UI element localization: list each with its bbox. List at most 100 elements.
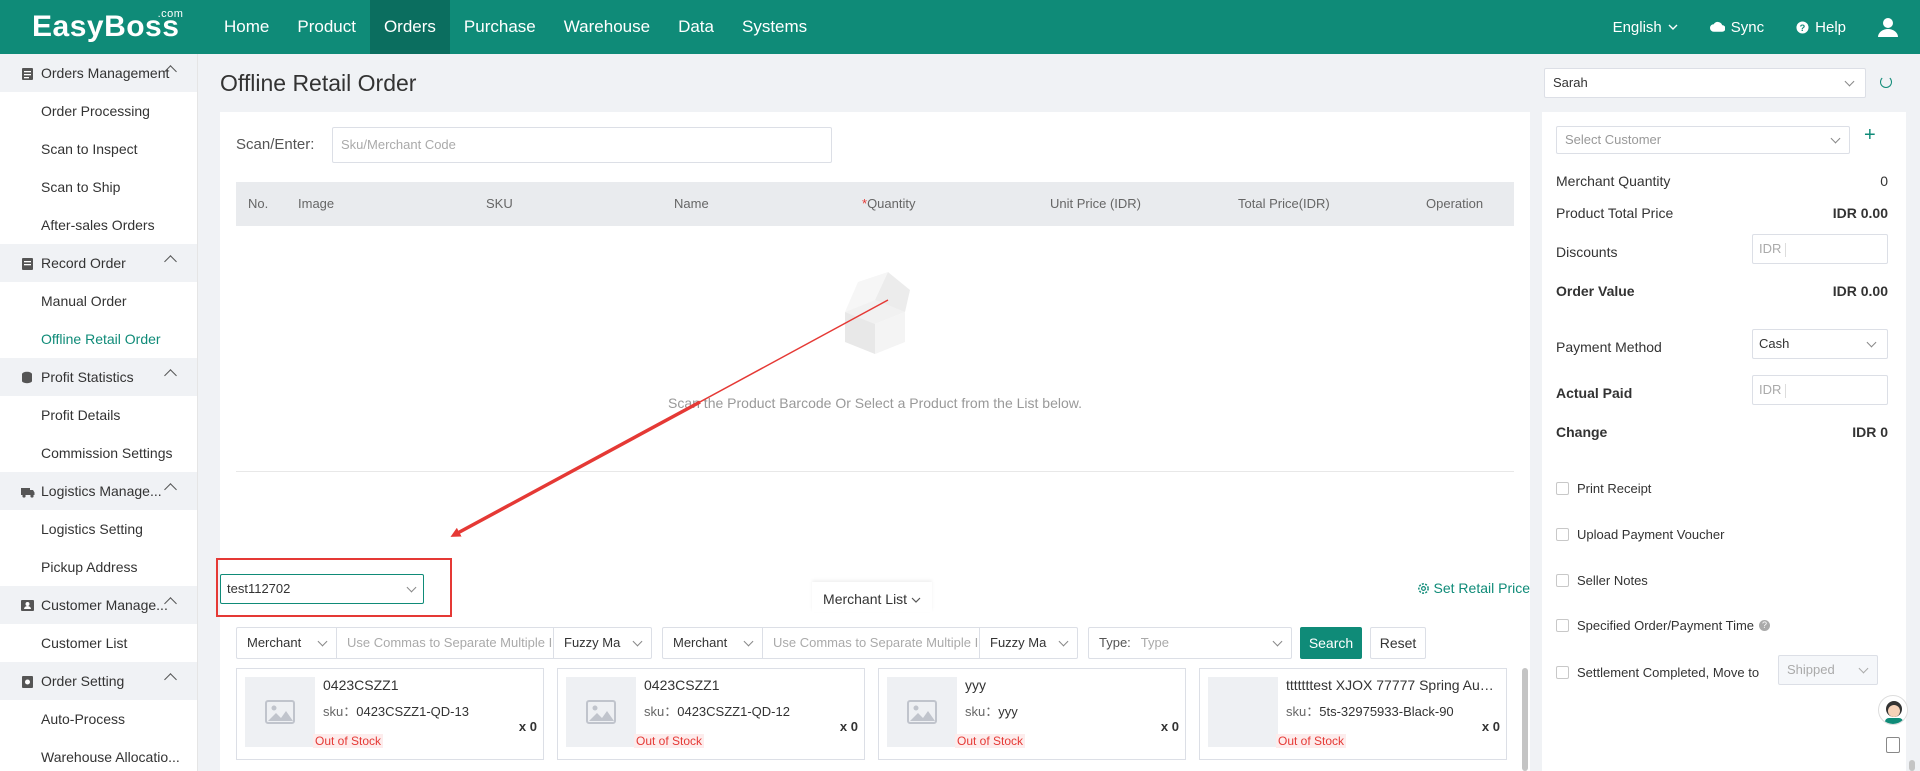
set-retail-price-link[interactable]: Set Retail Price [1417,580,1530,596]
product-card[interactable]: 0423CSZZ1 sku：0423CSZZ1-QD-12 x 0 Out of… [557,668,865,760]
merchant-quantity-label: Merchant Quantity [1556,173,1671,189]
support-avatar[interactable] [1878,695,1908,725]
nav-warehouse[interactable]: Warehouse [550,0,664,54]
help-button[interactable]: ? Help [1796,19,1846,36]
print-receipt-checkbox[interactable]: Print Receipt [1556,481,1651,496]
merchant-list-label: Merchant List [823,591,908,607]
product-card[interactable]: 0423CSZZ1 sku：0423CSZZ1-QD-13 x 0 Out of… [236,668,544,760]
filter-field-select-1[interactable]: Merchant [237,628,337,658]
product-quantity: x 0 [518,719,537,734]
set-retail-price-label: Set Retail Price [1433,580,1530,596]
filter-group-1: Merchant Use Commas to Separate Multiple… [236,627,652,659]
sidebar-item-logistics-setting[interactable]: Logistics Setting [0,510,197,548]
discounts-row: Discounts IDR [1556,234,1888,264]
truck-icon [21,487,35,498]
checkbox-box [1556,528,1569,541]
checkbox-box [1556,619,1569,632]
reset-button[interactable]: Reset [1370,627,1426,659]
nav-product[interactable]: Product [283,0,370,54]
customer-select[interactable]: Select Customer [1556,126,1850,154]
move-to-status-select[interactable]: Shipped [1778,655,1878,685]
nav-home[interactable]: Home [210,0,283,54]
help-label: Help [1815,18,1846,36]
nav-systems[interactable]: Systems [728,0,821,54]
sidebar-item-pickup-address[interactable]: Pickup Address [0,548,197,586]
sidebar-item-manual-order[interactable]: Manual Order [0,282,197,320]
product-sku: sku：0423CSZZ1-QD-12 [644,701,790,720]
checkbox-label: Print Receipt [1577,481,1652,496]
top-right-actions: English Sync ? Help [1613,0,1920,54]
sidebar-item-auto-process[interactable]: Auto-Process [0,700,197,738]
refresh-icon[interactable] [1880,76,1892,88]
sync-button[interactable]: Sync [1709,19,1764,36]
document-icon[interactable] [1886,737,1900,753]
search-button[interactable]: Search [1300,627,1362,659]
sidebar-item-scan-to-inspect[interactable]: Scan to Inspect [0,130,197,168]
merchant-list-tab[interactable]: Merchant List [812,582,932,612]
product-name: tttttttest XJOX 77777 Spring Autumn [1286,677,1496,693]
change-label: Change [1556,424,1608,440]
sidebar-item-commission-settings[interactable]: Commission Settings [0,434,197,472]
sidebar-group-profit-statistics[interactable]: Profit Statistics [0,358,197,396]
filter-field-label: Merchant [247,635,302,650]
sidebar-item-offline-retail-order[interactable]: Offline Retail Order [0,320,197,358]
match-mode-select-2[interactable]: Fuzzy Ma [979,628,1077,658]
sidebar-group-orders-management[interactable]: Orders Management [0,54,197,92]
specified-time-checkbox[interactable]: Specified Order/Payment Time? [1556,618,1771,633]
payment-method-select[interactable]: Cash [1752,329,1888,359]
sidebar-group-record-order[interactable]: Record Order [0,244,197,282]
nav-orders[interactable]: Orders [369,0,450,54]
image-placeholder-icon [245,677,315,747]
add-customer-icon[interactable]: + [1864,124,1876,147]
sidebar-group-logistics-management[interactable]: Logistics Manage... [0,472,197,510]
type-select: Type [1140,635,1169,650]
match-mode-label: Fuzzy Ma [990,635,1047,650]
stock-status-badge: Out of Stock [955,734,1026,748]
sidebar-item-profit-details[interactable]: Profit Details [0,396,197,434]
help-icon[interactable]: ? [1759,620,1771,631]
sidebar-item-scan-to-ship[interactable]: Scan to Ship [0,168,197,206]
actual-paid-input[interactable]: IDR [1752,375,1888,405]
sidebar-item-customer-list[interactable]: Customer List [0,624,197,662]
product-quantity: x 0 [1481,719,1500,734]
upload-voucher-checkbox[interactable]: Upload Payment Voucher [1556,527,1724,542]
product-card[interactable]: tttttttest XJOX 77777 Spring Autumn sku：… [1199,668,1507,760]
sidebar-group-customer-management[interactable]: Customer Manage... [0,586,197,624]
product-name: yyy [965,677,986,693]
scan-input[interactable]: Sku/Merchant Code [332,127,832,163]
sidebar-item-after-sales-orders[interactable]: After-sales Orders [0,206,197,244]
match-mode-select-1[interactable]: Fuzzy Ma [553,628,651,658]
col-unit-price: Unit Price (IDR) [1050,196,1142,211]
filter-bar: Merchant Use Commas to Separate Multiple… [236,627,1526,659]
user-account-button[interactable] [1878,17,1898,37]
salesperson-select[interactable]: Sarah [1544,68,1866,98]
discounts-input[interactable]: IDR [1752,234,1888,264]
product-total-label: Product Total Price [1556,205,1674,221]
product-sku: sku：0423CSZZ1-QD-13 [323,701,469,720]
move-to-status-value: Shipped [1787,662,1835,677]
order-items-panel: Scan/Enter: Sku/Merchant Code No. Image … [220,112,1530,562]
nav-purchase[interactable]: Purchase [450,0,550,54]
product-card[interactable]: yyy sku：yyy x 0 Out of Stock [878,668,1186,760]
nav-data[interactable]: Data [664,0,728,54]
filter-field-select-2[interactable]: Merchant [663,628,763,658]
filter-input-1[interactable]: Use Commas to Separate Multiple I [337,628,553,658]
seller-notes-checkbox[interactable]: Seller Notes [1556,573,1648,588]
filter-input-2[interactable]: Use Commas to Separate Multiple I [763,628,979,658]
stock-status-badge: Out of Stock [1276,734,1347,748]
product-list-scrollbar[interactable] [1522,668,1528,771]
col-sku: SKU [486,196,513,211]
settlement-checkbox[interactable]: Settlement Completed, Move to Shipped [1556,655,1896,685]
stock-status-badge: Out of Stock [313,734,384,748]
type-filter[interactable]: Type: Type [1088,627,1292,659]
sidebar-item-order-processing[interactable]: Order Processing [0,92,197,130]
divider [1785,242,1787,257]
page-scrollbar[interactable] [1909,760,1915,771]
easyboss-logo[interactable]: EasyBoss .com [32,8,183,44]
filter-group-2: Merchant Use Commas to Separate Multiple… [662,627,1078,659]
discounts-label: Discounts [1556,244,1618,260]
language-switcher[interactable]: English [1613,19,1678,36]
col-quantity: *Quantity [862,196,915,211]
sidebar-group-order-setting[interactable]: Order Setting [0,662,197,700]
sidebar-item-warehouse-allocation[interactable]: Warehouse Allocatio... [0,738,197,771]
